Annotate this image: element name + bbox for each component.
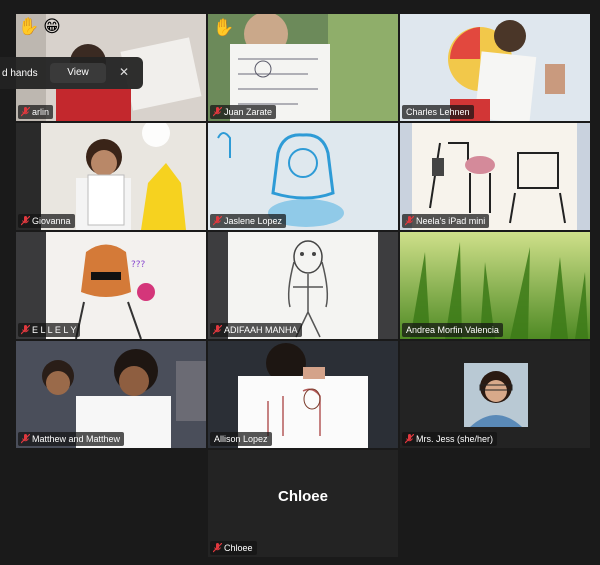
name-tag: Matthew and Matthew [18,432,125,446]
participant-tile-giovanna[interactable]: Giovanna [16,123,206,230]
mic-muted-icon [21,216,30,226]
mic-muted-icon [21,107,30,117]
participant-tile-jaslene-lopez[interactable]: Jaslene Lopez [208,123,398,230]
participant-name: Neela's iPad mini [416,216,486,226]
mic-muted-icon [213,107,222,117]
participant-tile-allison-lopez[interactable]: Allison Lopez [208,341,398,448]
name-tag: Juan Zarate [210,105,277,119]
svg-text:???: ??? [131,260,146,270]
view-button[interactable]: View [50,63,106,83]
close-icon[interactable]: ✕ [118,65,130,79]
participant-tile-mrs-jess[interactable]: Mrs. Jess (she/her) [400,341,590,448]
mic-muted-icon [213,216,222,226]
mic-muted-icon [213,325,222,335]
mic-muted-icon [405,434,414,444]
participant-name: Allison Lopez [214,434,268,444]
participant-tile-chloee[interactable]: Chloee Chloee [208,450,398,557]
mic-muted-icon [213,543,222,553]
participant-tile-charles-lehnen[interactable]: Charles Lehnen [400,14,590,121]
participant-name: ADIFAAH MANHA [224,325,298,335]
name-tag: Neela's iPad mini [402,214,490,228]
mic-muted-icon [405,216,414,226]
participant-tile-andrea-morfin-valencia[interactable]: Andrea Morfin Valencia [400,232,590,339]
raised-hand-icon: ✋ [18,17,40,36]
name-tag: Mrs. Jess (she/her) [402,432,498,446]
reaction-overlay: ✋ 😁 [18,18,65,36]
participant-name: E L L E L Y [32,325,77,335]
participant-name: Giovanna [32,216,71,226]
name-tag: Allison Lopez [210,432,272,446]
name-tag: Giovanna [18,214,75,228]
mic-muted-icon [21,325,30,335]
name-tag: Jaslene Lopez [210,214,287,228]
participant-name: Jaslene Lopez [224,216,283,226]
name-tag: Charles Lehnen [402,105,474,119]
participant-name: Matthew and Matthew [32,434,121,444]
participant-tile-juan-zarate[interactable]: Juan Zarate [208,14,398,121]
participant-name: Charles Lehnen [406,107,470,117]
participant-name: Mrs. Jess (she/her) [416,434,494,444]
mic-muted-icon [21,434,30,444]
participant-name: Chloee [224,543,253,553]
name-tag: E L L E L Y [18,323,81,337]
participant-name: arlin [32,107,50,117]
name-tag: Chloee [210,541,257,555]
participant-tile-elle-ly[interactable]: ??? E L L E L Y [16,232,206,339]
participant-name: Andrea Morfin Valencia [406,325,499,335]
participant-name: Juan Zarate [224,107,273,117]
notification-text: d hands [2,68,38,79]
participant-tile-matthew-and-matthew[interactable]: Matthew and Matthew [16,341,206,448]
name-tag: Andrea Morfin Valencia [402,323,503,337]
grin-emoji-icon: 😁 [43,17,61,36]
participant-tile-adifaah-manha[interactable]: ADIFAAH MANHA [208,232,398,339]
name-tag: ADIFAAH MANHA [210,323,302,337]
participant-tile-neelas-ipad-mini[interactable]: Neela's iPad mini [400,123,590,230]
raised-hands-notification: d hands View ✕ [0,57,143,89]
participant-center-name: Chloee [277,488,328,505]
reaction-overlay: ✋ [213,18,234,38]
name-tag: arlin [18,105,54,119]
raised-hand-icon: ✋ [213,18,235,37]
